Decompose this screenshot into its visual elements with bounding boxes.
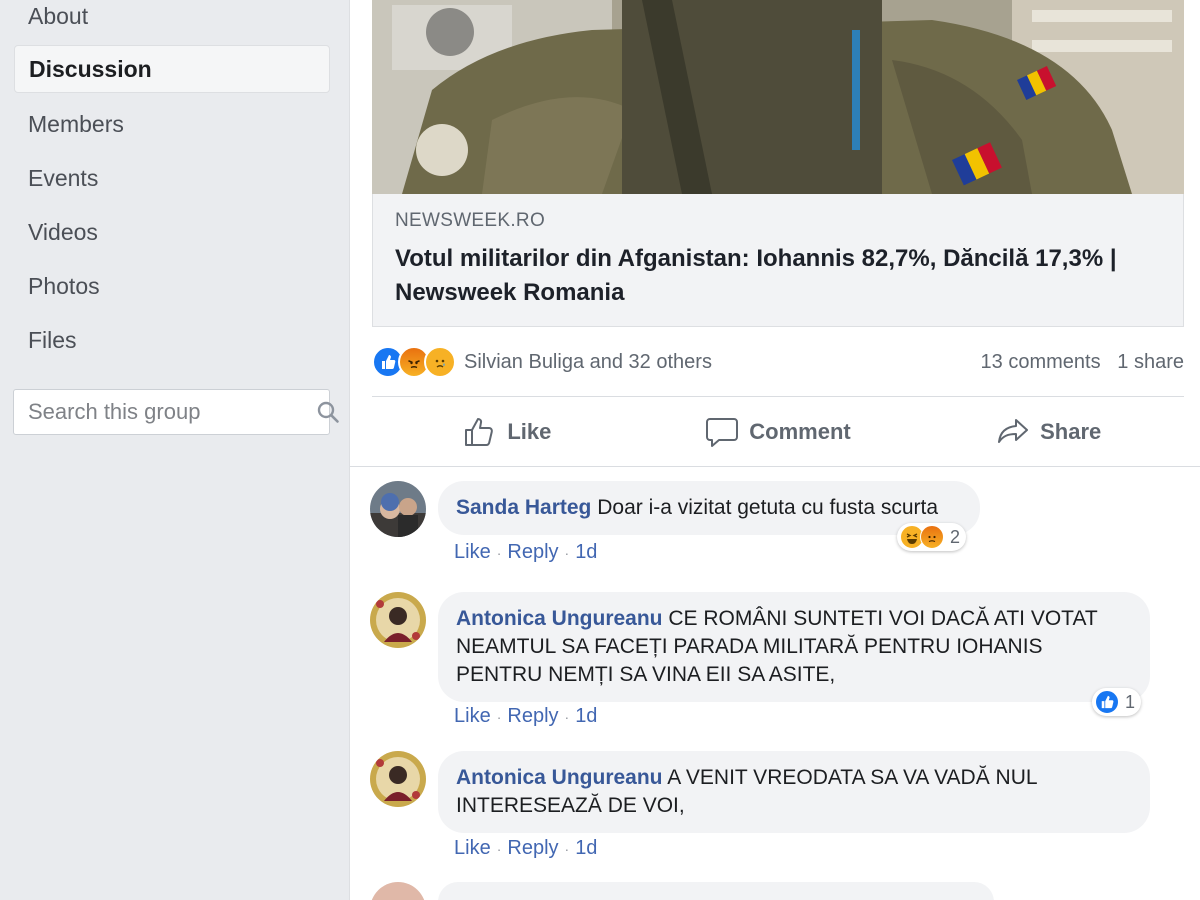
like-button-label: Like	[507, 418, 552, 444]
sidebar-item-label: Videos	[28, 218, 98, 245]
comment-like-link[interactable]: Like	[454, 705, 491, 727]
like-button[interactable]: Like	[372, 397, 643, 466]
comment-bubble: Sanda Harteg Doar i-a vizitat getuta cu …	[438, 481, 980, 535]
comment-bubble	[438, 882, 994, 900]
comment	[370, 882, 1170, 900]
sidebar-item-label: Events	[28, 164, 99, 191]
reactions-summary: Silvian Buliga and 32 others 13 comments…	[372, 344, 1184, 380]
comment-timestamp[interactable]: 1d	[575, 837, 597, 859]
sidebar-item-files[interactable]: Files	[14, 316, 330, 364]
comment-bubble: Antonica Ungureanu CE ROMÂNI SUNTETI VOI…	[438, 592, 1150, 702]
post-feed: NEWSWEEK.RO Votul militarilor din Afgani…	[349, 0, 1200, 900]
link-preview-card[interactable]: NEWSWEEK.RO Votul militarilor din Afgani…	[372, 194, 1184, 327]
search-icon[interactable]	[316, 398, 340, 426]
comment-like-link[interactable]: Like	[454, 541, 491, 563]
comment-reactions-badge[interactable]: 1	[1092, 688, 1142, 716]
avatar[interactable]	[370, 592, 426, 648]
comments-count[interactable]: 13 comments	[981, 351, 1101, 373]
comment: Antonica Ungureanu A VENIT VREODATA SA V…	[370, 751, 1170, 861]
avatar[interactable]	[370, 751, 426, 807]
share-arrow-icon	[998, 418, 1029, 443]
sad-reaction-icon	[424, 346, 456, 378]
link-title[interactable]: Votul militarilor din Afganistan: Iohann…	[395, 242, 1161, 310]
sidebar-item-label: Members	[28, 110, 124, 137]
group-search-input[interactable]	[28, 399, 316, 425]
sidebar-item-label: Photos	[28, 272, 100, 299]
comment-reaction-count: 1	[1125, 691, 1136, 712]
angry-reaction-icon	[920, 525, 944, 549]
comment-actions: Like · Reply · 1d	[454, 837, 598, 859]
thumbs-up-icon	[465, 417, 494, 446]
comment-reactions-badge[interactable]: 2	[897, 523, 967, 551]
comment-reply-link[interactable]: Reply	[507, 541, 558, 563]
sidebar-item-about[interactable]: About	[14, 0, 330, 40]
comment-timestamp[interactable]: 1d	[575, 705, 597, 727]
comment-reply-link[interactable]: Reply	[507, 705, 558, 727]
sidebar-item-videos[interactable]: Videos	[14, 208, 330, 256]
comment-button[interactable]: Comment	[643, 397, 914, 466]
comment-actions: Like · Reply · 1d	[454, 705, 598, 727]
sidebar-item-members[interactable]: Members	[14, 100, 330, 148]
comment: Antonica Ungureanu CE ROMÂNI SUNTETI VOI…	[370, 592, 1170, 732]
comment-author[interactable]: Sanda Harteg	[456, 496, 591, 519]
share-button-label: Share	[1040, 418, 1102, 444]
comment-timestamp[interactable]: 1d	[575, 541, 597, 563]
divider	[350, 466, 1200, 467]
comment-author[interactable]: Antonica Ungureanu	[456, 766, 663, 789]
like-reaction-icon	[1095, 690, 1119, 714]
group-search-box	[13, 389, 339, 435]
share-button[interactable]: Share	[913, 397, 1184, 466]
sidebar-item-label: Discussion	[29, 55, 152, 82]
group-sidebar: About Discussion Members Events Videos P…	[0, 0, 348, 900]
avatar[interactable]	[370, 481, 426, 537]
comment: Sanda Harteg Doar i-a vizitat getuta cu …	[370, 481, 1170, 571]
link-preview-image[interactable]	[372, 0, 1184, 194]
engagement-counts: 13 comments 1 share	[981, 351, 1184, 374]
comment-like-link[interactable]: Like	[454, 837, 491, 859]
comment-bubble: Antonica Ungureanu A VENIT VREODATA SA V…	[438, 751, 1150, 833]
shares-count[interactable]: 1 share	[1117, 351, 1184, 373]
comment-button-label: Comment	[749, 418, 851, 444]
post-action-bar: Like Comment Share	[372, 396, 1184, 466]
reactors-text[interactable]: Silvian Buliga and 32 others	[464, 351, 712, 374]
sidebar-item-events[interactable]: Events	[14, 154, 330, 202]
reaction-icons[interactable]	[372, 346, 456, 378]
sidebar-item-discussion[interactable]: Discussion	[14, 45, 330, 93]
comment-text: Doar i-a vizitat getuta cu fusta scurta	[597, 496, 939, 519]
sidebar-item-label: About	[28, 2, 89, 29]
comment-reply-link[interactable]: Reply	[507, 837, 558, 859]
soldier-photo	[372, 0, 1184, 194]
comment-author[interactable]: Antonica Ungureanu	[456, 607, 663, 630]
avatar[interactable]	[370, 882, 426, 900]
comment-bubble-icon	[706, 417, 739, 447]
comment-reaction-count: 2	[950, 526, 961, 547]
comment-actions: Like · Reply · 1d	[454, 541, 598, 563]
sidebar-item-photos[interactable]: Photos	[14, 262, 330, 310]
sidebar-item-label: Files	[28, 326, 77, 353]
link-domain: NEWSWEEK.RO	[395, 210, 546, 231]
